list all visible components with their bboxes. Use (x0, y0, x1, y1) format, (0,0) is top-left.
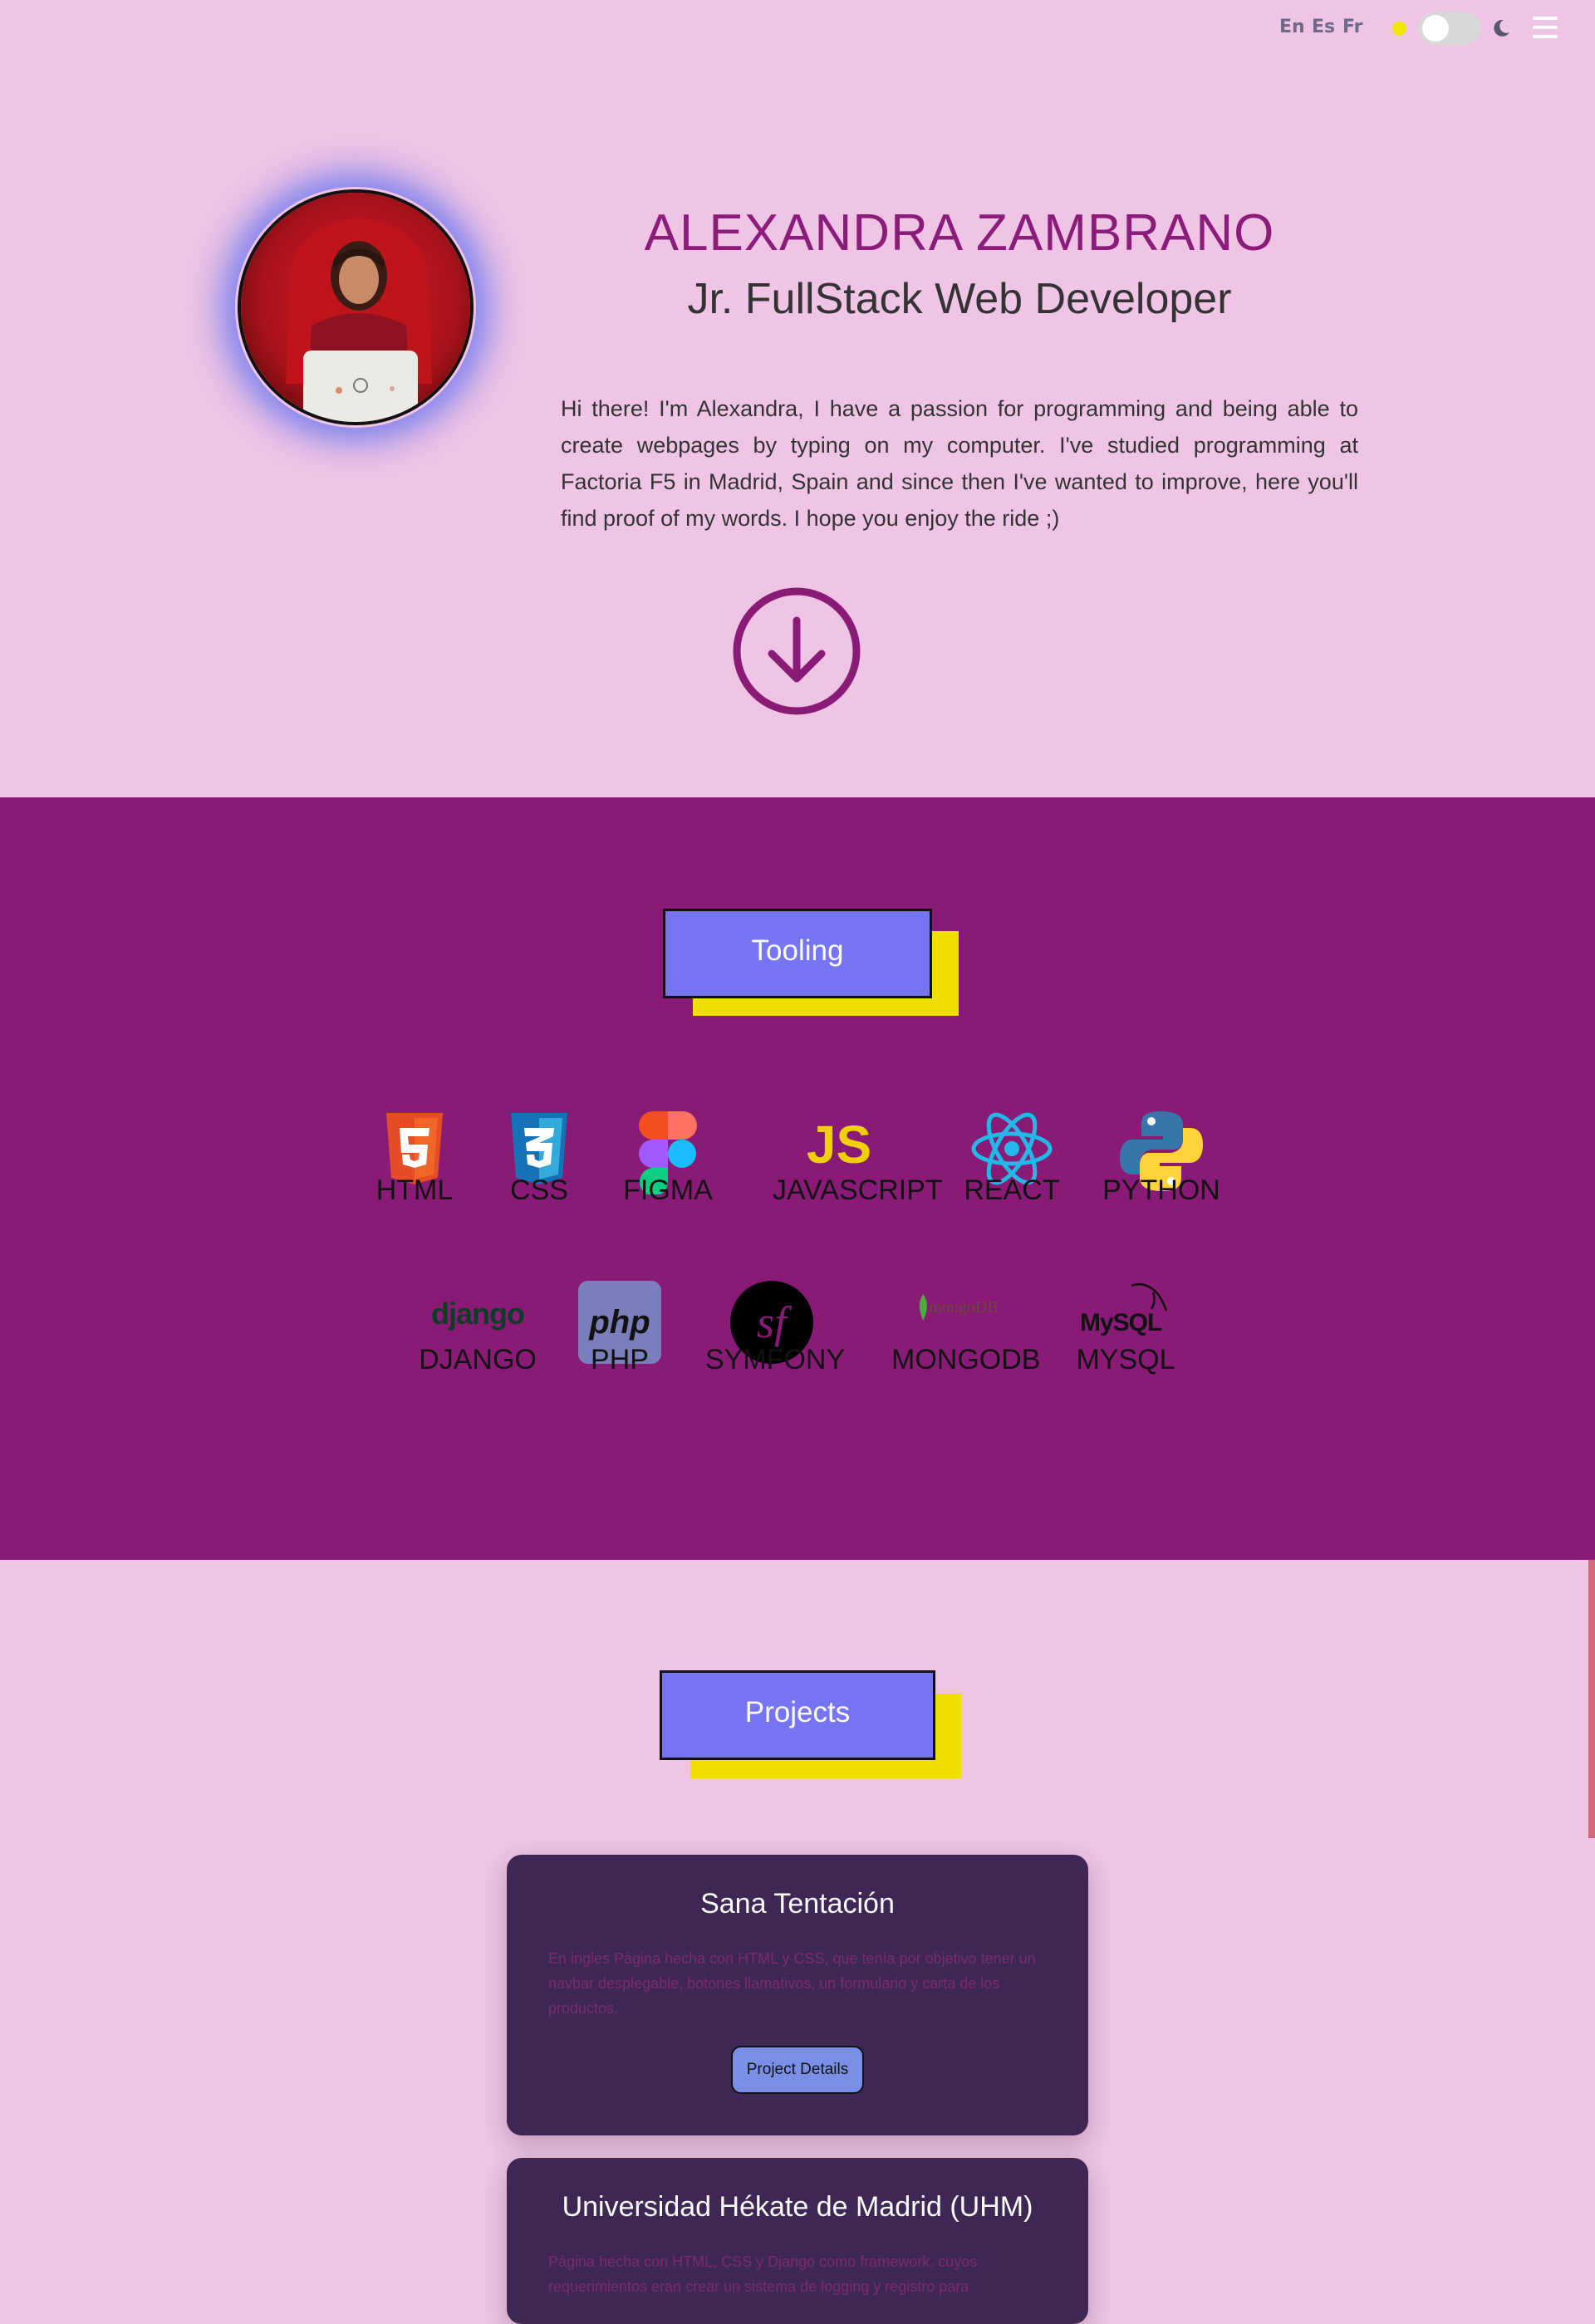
symfony-logo-text: sf (756, 1297, 788, 1347)
tool-react: REACT (964, 1111, 1060, 1211)
tool-label: PHP (591, 1344, 649, 1375)
javascript-icon: JS (806, 1115, 872, 1174)
tooling-title: Tooling (663, 909, 932, 998)
project-card: Universidad Hékate de Madrid (UHM) Págin… (507, 2158, 1088, 2324)
php-logo-text: php (589, 1303, 650, 1341)
tool-label: MONGODB (891, 1344, 1041, 1375)
tool-javascript: JS JAVASCRIPT (773, 1111, 943, 1211)
tool-django: django DJANGO (419, 1281, 537, 1380)
tool-mysql: MySQL MYSQL (1076, 1281, 1175, 1380)
tool-css: CSS (506, 1111, 572, 1211)
projects-title: Projects (660, 1670, 935, 1760)
avatar (238, 189, 474, 425)
avatar-frame (235, 187, 476, 428)
tool-label: SYMFONY (705, 1344, 846, 1375)
tool-label: PYTHON (1102, 1174, 1220, 1206)
tool-php: php PHP (578, 1281, 661, 1380)
tool-python: PYTHON (1102, 1111, 1220, 1211)
project-title: Universidad Hékate de Madrid (UHM) (562, 2191, 1033, 2223)
project-description: Página hecha con HTML, CSS y Django como… (548, 2253, 978, 2295)
tool-label: FIGMA (623, 1174, 713, 1206)
project-description: En ingles Página hecha con HTML y CSS, q… (548, 1950, 1036, 2017)
mysql-icon: MySQL (1080, 1281, 1171, 1344)
project-title: Sana Tentación (700, 1888, 895, 1920)
developer-role: Jr. FullStack Web Developer (687, 275, 1232, 323)
tool-figma: FIGMA (623, 1111, 713, 1211)
tool-label: DJANGO (419, 1344, 537, 1375)
tool-label: CSS (510, 1174, 568, 1206)
tool-label: JAVASCRIPT (773, 1174, 943, 1206)
tool-mongodb: mongoDB MONGODB (891, 1281, 1040, 1380)
arrow-down-circle-icon[interactable] (733, 587, 861, 715)
django-icon: django (431, 1297, 525, 1331)
developer-name: ALEXANDRA ZAMBRANO (644, 204, 1275, 262)
tool-label: HTML (375, 1174, 454, 1206)
tool-label: MYSQL (1076, 1344, 1175, 1375)
mysql-logo-text: MySQL (1080, 1309, 1162, 1336)
project-details-button[interactable]: Project Details (731, 2046, 864, 2094)
scrollbar-thumb[interactable] (1588, 1560, 1595, 1838)
tool-symfony: sf SYMFONY (705, 1281, 845, 1380)
mongodb-logo-text: mongoDB (929, 1297, 999, 1316)
bio-text: Hi there! I'm Alexandra, I have a passio… (561, 396, 1358, 531)
tooling-section: Tooling HTML CSS FIGMA JS JAVASCRIPT REA… (0, 797, 1595, 1560)
mongodb-icon: mongoDB (917, 1294, 999, 1321)
hero-section: ALEXANDRA ZAMBRANO Jr. FullStack Web Dev… (0, 0, 1595, 797)
projects-section: Projects Sana Tentación En ingles Página… (0, 1560, 1595, 2324)
tool-label: REACT (964, 1174, 1060, 1206)
tool-html: HTML (376, 1111, 453, 1211)
project-card: Sana Tentación En ingles Página hecha co… (507, 1855, 1088, 2135)
